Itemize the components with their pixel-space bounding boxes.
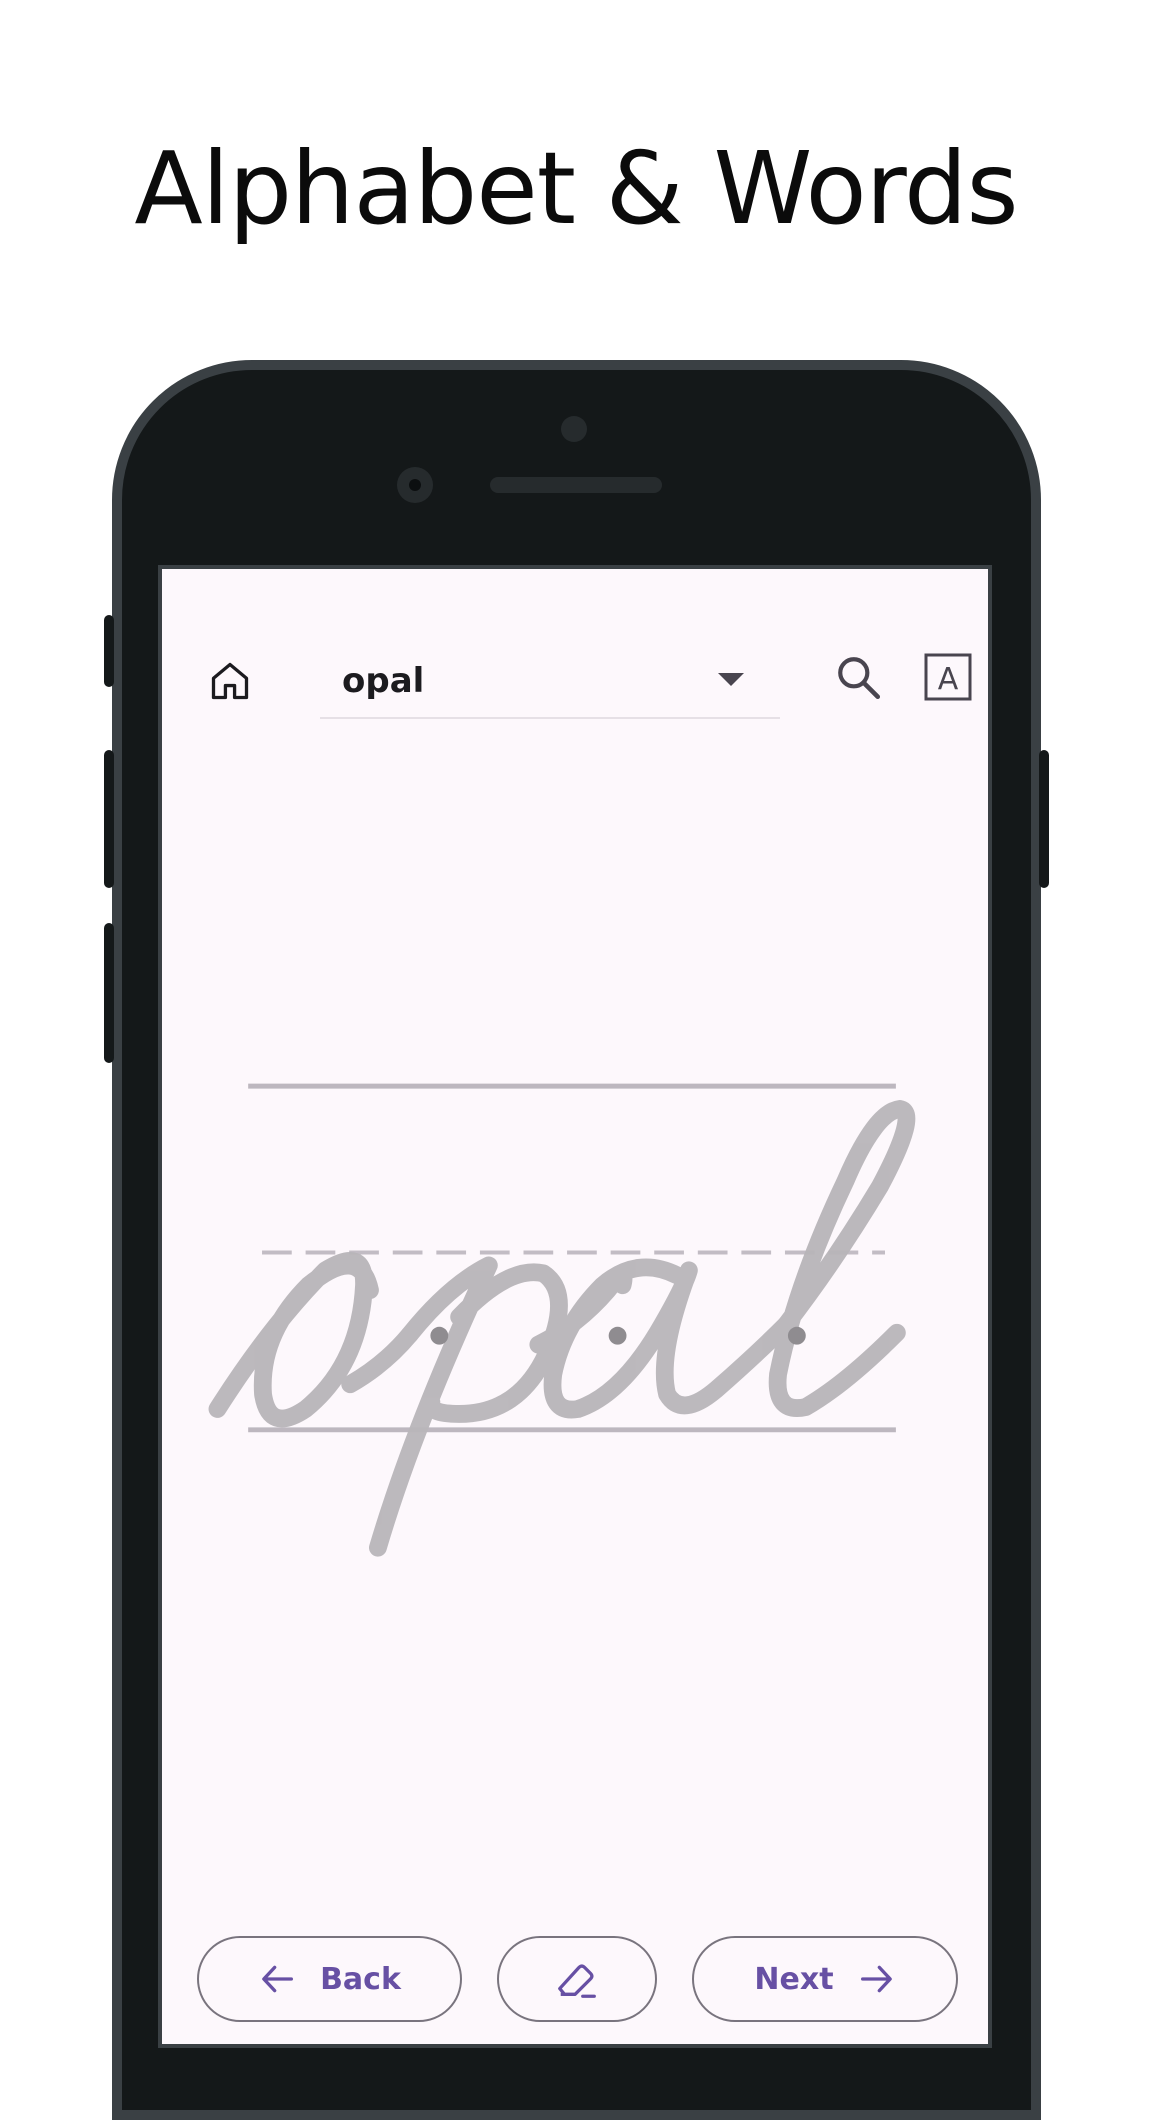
- phone-power-button: [1039, 750, 1049, 888]
- arrow-right-icon: [860, 1965, 892, 1993]
- phone-camera: [397, 467, 433, 503]
- page-headline: Alphabet & Words: [134, 130, 1018, 247]
- clear-drawing-button[interactable]: [497, 1936, 657, 2022]
- stroke-dot-2: [608, 1326, 627, 1345]
- eraser-icon: [558, 1964, 596, 1998]
- phone-mute-switch: [104, 615, 114, 687]
- tracing-word-opal: [208, 1100, 916, 1557]
- phone-volume-up: [104, 750, 114, 888]
- glyph-p: [368, 1256, 568, 1557]
- back-button[interactable]: Back: [197, 1936, 462, 2022]
- stroke-dot-1: [430, 1326, 449, 1345]
- back-label: Back: [320, 1961, 401, 1997]
- app-screen: opal A Back Next: [158, 565, 992, 2048]
- stroke-dot-3: [787, 1326, 806, 1345]
- phone-volume-down: [104, 923, 114, 1063]
- phone-speaker: [490, 477, 662, 493]
- glyph-a: [529, 1258, 795, 1419]
- next-label: Next: [754, 1961, 834, 1997]
- tracing-canvas[interactable]: [162, 569, 988, 2044]
- glyph-l: [768, 1100, 916, 1417]
- glyph-o: [208, 1252, 379, 1428]
- next-button[interactable]: Next: [692, 1936, 958, 2022]
- arrow-left-icon: [262, 1965, 294, 1993]
- phone-sensor: [561, 416, 587, 442]
